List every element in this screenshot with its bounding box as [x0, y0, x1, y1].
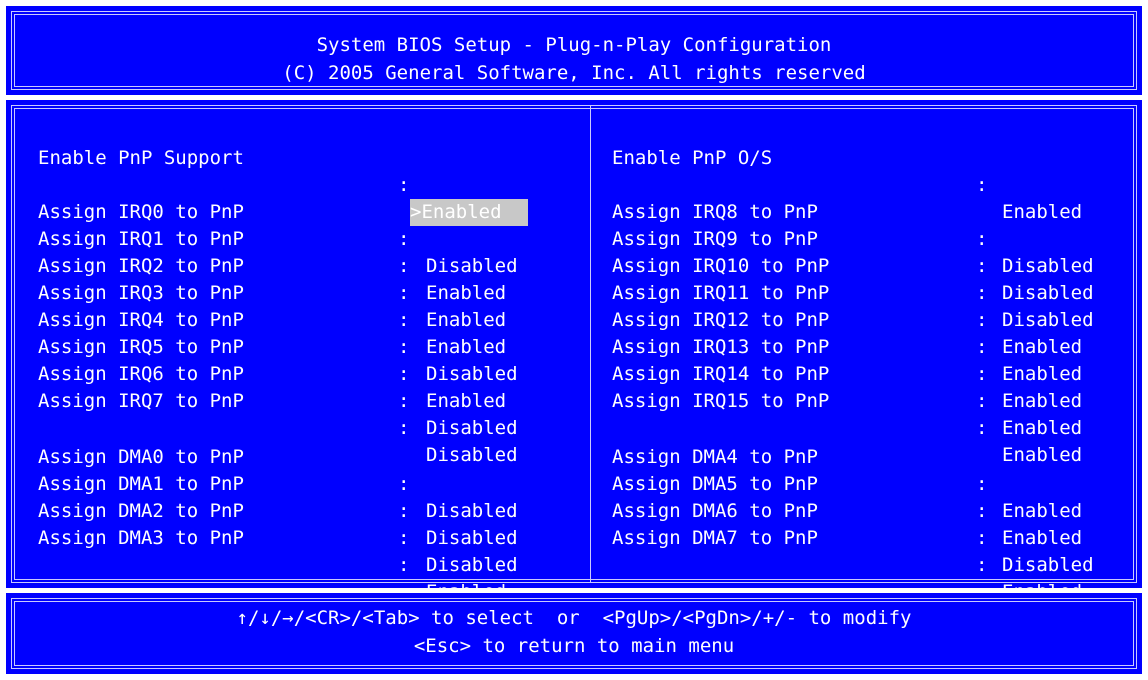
colon-separator: : — [398, 554, 410, 576]
colon-separator: : — [976, 390, 988, 412]
setting-irq13[interactable]: Assign IRQ13 to PnP : Enabled — [6, 307, 1142, 412]
setting-irq15[interactable]: Assign IRQ15 to PnP : Enabled — [6, 361, 1142, 466]
setting-dma5[interactable]: Assign DMA5 to PnP : Enabled — [6, 444, 1142, 549]
setting-irq12[interactable]: Assign IRQ12 to PnP : Enabled — [6, 280, 1142, 385]
colon-separator: : — [398, 390, 410, 412]
colon-separator: : — [976, 554, 988, 576]
setting-enable-pnp-os[interactable]: Enable PnP O/S : Enabled — [6, 118, 1142, 223]
setting-irq9[interactable]: Assign IRQ9 to PnP : Disabled — [6, 199, 1142, 304]
setting-irq11[interactable]: Assign IRQ11 to PnP : Enabled — [6, 253, 1142, 358]
copyright-text: (C) 2005 General Software, Inc. All righ… — [282, 62, 866, 84]
setting-label: Assign DMA7 to PnP — [612, 527, 818, 549]
header-panel: System BIOS Setup - Plug-n-Play Configur… — [6, 6, 1142, 95]
bios-screen: System BIOS Setup - Plug-n-Play Configur… — [0, 0, 1148, 680]
setting-dma4[interactable]: Assign DMA4 to PnP : Enabled — [6, 417, 1142, 522]
page-title: System BIOS Setup - Plug-n-Play Configur… — [316, 34, 832, 56]
setting-irq10[interactable]: Assign IRQ10 to PnP : Disabled — [6, 226, 1142, 331]
setting-value[interactable]: Enabled — [426, 388, 506, 415]
setting-irq8[interactable]: Assign IRQ8 to PnP : Disabled — [6, 172, 1142, 277]
setting-value[interactable]: Enabled — [1002, 525, 1082, 552]
setting-irq14[interactable]: Assign IRQ14 to PnP : Enabled — [6, 334, 1142, 439]
help-panel: ↑/↓/→/<CR>/<Tab> to select or <PgUp>/<Pg… — [6, 593, 1142, 674]
setting-value[interactable]: Disabled — [1002, 552, 1094, 579]
setting-value[interactable]: Disabled — [426, 552, 518, 579]
setting-value[interactable]: Enabled — [1002, 388, 1082, 415]
colon-separator: : — [976, 527, 988, 549]
settings-panel: Enable PnP Support : >Enabled Assign IRQ… — [6, 100, 1142, 603]
setting-label: Assign IRQ15 to PnP — [612, 390, 830, 412]
help-text-escape: <Esc> to return to main menu — [413, 635, 735, 657]
setting-value[interactable]: Disabled — [426, 525, 518, 552]
setting-dma7[interactable]: Assign DMA7 to PnP : Enabled — [6, 498, 1142, 603]
setting-label: Enable PnP O/S — [612, 147, 773, 169]
setting-dma6[interactable]: Assign DMA6 to PnP : Disabled — [6, 471, 1142, 576]
help-text-navigation: ↑/↓/→/<CR>/<Tab> to select or <PgUp>/<Pg… — [236, 607, 912, 629]
colon-separator: : — [398, 527, 410, 549]
